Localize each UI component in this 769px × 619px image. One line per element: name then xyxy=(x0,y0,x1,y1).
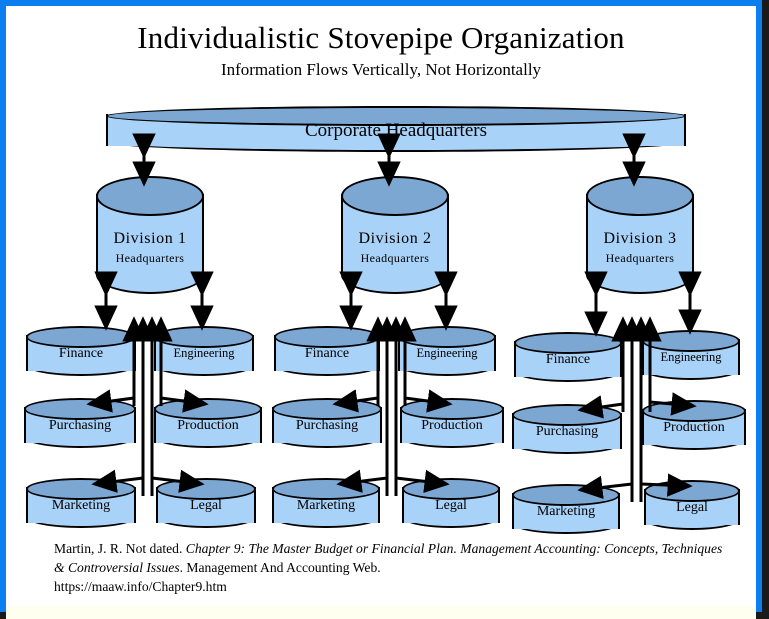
department-label: Engineering xyxy=(660,350,722,364)
division-1-node[interactable]: Division 1 Headquarters xyxy=(96,176,204,294)
division-3-node[interactable]: Division 3 Headquarters xyxy=(586,176,694,294)
division-2-sublabel: Headquarters xyxy=(360,251,430,265)
division-2-legal-node[interactable]: Legal xyxy=(402,478,500,532)
department-label: Purchasing xyxy=(295,418,359,433)
cylinder-top xyxy=(156,478,256,500)
cylinder-top xyxy=(26,478,136,500)
diagram-canvas: Individualistic Stovepipe Organization I… xyxy=(6,6,756,606)
department-label: Legal xyxy=(435,498,467,513)
outer-frame: Individualistic Stovepipe Organization I… xyxy=(0,0,769,619)
bottom-strip xyxy=(6,606,756,619)
cylinder-top xyxy=(512,484,620,506)
cylinder-top xyxy=(586,176,694,216)
cylinder-top xyxy=(644,480,740,502)
cylinder-top xyxy=(154,326,254,348)
cylinder-top xyxy=(154,398,262,420)
department-label: Engineering xyxy=(173,346,235,360)
citation: Martin, J. R. Not dated. Chapter 9: The … xyxy=(54,540,726,596)
page-subtitle: Information Flows Vertically, Not Horizo… xyxy=(220,60,542,79)
blue-border: Individualistic Stovepipe Organization I… xyxy=(0,0,762,612)
department-label: Purchasing xyxy=(535,424,599,439)
division-1-marketing-node[interactable]: Marketing xyxy=(26,478,136,532)
corporate-headquarters-node[interactable]: Corporate Headquarters xyxy=(106,106,686,154)
department-label: Marketing xyxy=(51,498,111,513)
division-3-finance-node[interactable]: Finance xyxy=(514,332,622,386)
division-2-connectors xyxy=(332,271,458,496)
page-title: Individualistic Stovepipe Organization xyxy=(137,20,625,55)
division-3-engineering-node[interactable]: Engineering xyxy=(642,330,740,384)
department-label: Production xyxy=(663,420,725,435)
division-1-label: Division 1 xyxy=(113,230,187,247)
division-1-engineering-node[interactable]: Engineering xyxy=(154,326,254,380)
division-2-node[interactable]: Division 2 Headquarters xyxy=(341,176,449,294)
department-label: Finance xyxy=(304,346,350,361)
cylinder-top xyxy=(512,404,622,426)
division-2-engineering-node[interactable]: Engineering xyxy=(398,326,496,380)
division-1-purchasing-node[interactable]: Purchasing xyxy=(24,398,136,452)
division-3-sublabel: Headquarters xyxy=(605,251,675,265)
cylinder-top xyxy=(642,330,740,352)
division-1-connectors xyxy=(86,271,214,496)
division-1-production-node[interactable]: Production xyxy=(154,398,262,452)
corporate-headquarters-label: Corporate Headquarters xyxy=(304,120,487,141)
citation-url[interactable]: https://maaw.info/Chapter9.htm xyxy=(54,579,227,594)
department-label: Engineering xyxy=(416,346,478,360)
cylinder-top xyxy=(272,398,382,420)
division-1-sublabel: Headquarters xyxy=(115,251,185,265)
cylinder-top xyxy=(26,326,136,348)
division-3-production-node[interactable]: Production xyxy=(642,400,746,454)
cylinder-top xyxy=(398,326,496,348)
division-2-purchasing-node[interactable]: Purchasing xyxy=(272,398,382,452)
cylinder-top xyxy=(402,478,500,500)
cylinder-top xyxy=(400,398,504,420)
cylinder-top xyxy=(642,400,746,422)
cylinder-top xyxy=(24,398,136,420)
cylinder-top xyxy=(272,478,380,500)
cylinder-top xyxy=(514,332,622,354)
department-label: Production xyxy=(177,418,239,433)
division-3-marketing-node[interactable]: Marketing xyxy=(512,484,620,538)
department-label: Finance xyxy=(58,346,104,361)
division-3-purchasing-node[interactable]: Purchasing xyxy=(512,404,622,458)
cylinder-top xyxy=(274,326,380,348)
cylinder-top xyxy=(96,176,204,216)
cylinder-top xyxy=(341,176,449,216)
department-label: Marketing xyxy=(536,504,596,519)
department-label: Finance xyxy=(545,352,591,367)
department-label: Marketing xyxy=(296,498,356,513)
division-1-legal-node[interactable]: Legal xyxy=(156,478,256,532)
division-3-connectors xyxy=(577,271,702,502)
department-label: Legal xyxy=(190,498,222,513)
department-label: Production xyxy=(421,418,483,433)
division-3-label: Division 3 xyxy=(603,230,677,247)
division-2-production-node[interactable]: Production xyxy=(400,398,504,452)
citation-author: Martin, J. R. Not dated. xyxy=(54,541,183,556)
division-2-finance-node[interactable]: Finance xyxy=(274,326,380,380)
department-label: Purchasing xyxy=(48,418,112,433)
citation-publisher: . Management And Accounting Web. xyxy=(179,559,381,575)
division-2-marketing-node[interactable]: Marketing xyxy=(272,478,380,532)
department-label: Legal xyxy=(676,500,708,515)
division-2-label: Division 2 xyxy=(358,230,432,247)
division-1-finance-node[interactable]: Finance xyxy=(26,326,136,380)
division-3-legal-node[interactable]: Legal xyxy=(644,480,740,534)
